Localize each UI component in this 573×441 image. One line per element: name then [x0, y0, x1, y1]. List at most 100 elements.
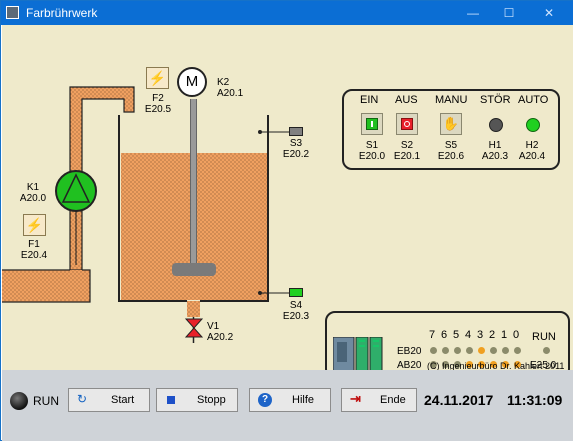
- start-button[interactable]: ↻ Start: [68, 388, 150, 412]
- v1-addr: A20.2: [207, 332, 234, 343]
- bit-label-3: 3: [476, 329, 484, 341]
- header-stoer: STÖR: [480, 94, 511, 106]
- header-ein: EIN: [360, 94, 379, 106]
- close-button[interactable]: ✕: [531, 3, 567, 23]
- io-run-label: RUN: [532, 331, 556, 343]
- s2-name: S2: [400, 140, 414, 151]
- h2-label: H2 A20.4: [517, 140, 547, 162]
- header-manu: MANU: [435, 94, 468, 106]
- k1-label: K1 A20.0: [16, 182, 50, 204]
- lamp-green-icon: [526, 118, 540, 132]
- s5-name: S5: [444, 140, 458, 151]
- eb20-leds: [429, 347, 525, 356]
- valve-icon[interactable]: [184, 317, 204, 339]
- s3-addr: E20.2: [282, 149, 310, 160]
- f1-label: F1 E20.4: [17, 239, 51, 261]
- s1-name: S1: [365, 140, 379, 151]
- stop-label: Stopp: [197, 394, 226, 406]
- eb20-led-7: [430, 347, 437, 354]
- agitator-blade: [172, 263, 216, 276]
- stop-icon: [167, 396, 175, 404]
- header-auto: AUTO: [518, 94, 549, 106]
- f2-addr: E20.5: [144, 104, 172, 115]
- s3-name: S3: [289, 138, 303, 149]
- f2-label: F2 E20.5: [142, 93, 174, 115]
- bit-label-7: 7: [428, 329, 436, 341]
- maximize-button[interactable]: ☐: [491, 3, 527, 23]
- eb20-label: EB20: [397, 346, 422, 357]
- header-aus: AUS: [395, 94, 418, 106]
- start-icon: ↻: [77, 392, 88, 406]
- s1-label: S1 E20.0: [357, 140, 387, 162]
- k2-addr: A20.1: [217, 88, 244, 99]
- h1-label: H1 A20.3: [480, 140, 510, 162]
- h2-name: H2: [525, 140, 539, 151]
- v1-label: V1 A20.2: [207, 321, 233, 343]
- date-display: 24.11.2017: [424, 392, 494, 408]
- h1-name: H1: [488, 140, 502, 151]
- end-label: Ende: [380, 394, 406, 406]
- help-button[interactable]: ? Hilfe: [249, 388, 331, 412]
- s4-name: S4: [289, 300, 303, 311]
- eb20-led-5: [454, 347, 461, 354]
- k1-addr: A20.0: [19, 193, 47, 204]
- bit-header: 76543210: [427, 329, 523, 341]
- hand-icon: ✋: [442, 116, 460, 131]
- title-bar: Farbrührwerk — ☐ ✕: [1, 1, 573, 25]
- f1-name: F1: [28, 239, 40, 250]
- s3-sensor-icon[interactable]: [289, 127, 303, 136]
- reservoir: [2, 270, 90, 302]
- s5-addr: E20.6: [437, 151, 465, 162]
- eb20-led-3: [478, 347, 485, 354]
- f2-fuse-icon[interactable]: ⚡: [146, 67, 169, 89]
- control-panel: EIN AUS MANU STÖR AUTO ✋ S1 E20.0 S2 E20.1…: [342, 89, 560, 170]
- start-label: Start: [111, 394, 135, 406]
- k1-name: K1: [26, 182, 40, 193]
- lamp-gray-icon: [489, 118, 503, 132]
- s3-label: S3 E20.2: [280, 138, 312, 160]
- motor-icon[interactable]: M: [177, 67, 207, 97]
- f1-fuse-icon[interactable]: ⚡: [23, 214, 46, 236]
- s4-label: S4 E20.3: [280, 300, 312, 322]
- end-button[interactable]: ⇥ Ende: [341, 388, 417, 412]
- app-window: Farbrührwerk — ☐ ✕ M K2 A20.1 ⚡ F2 E20.5…: [0, 0, 573, 441]
- power-off-icon: [401, 118, 413, 130]
- s4-sensor-icon[interactable]: [289, 288, 303, 297]
- run-led: [543, 347, 550, 354]
- k2-label: K2 A20.1: [217, 77, 243, 99]
- plc-module-icon: [333, 337, 383, 371]
- outlet-pipe: [187, 301, 200, 317]
- bit-label-0: 0: [512, 329, 520, 341]
- s2-addr: E20.1: [393, 151, 421, 162]
- time-display: 11:31:09: [507, 392, 563, 408]
- pump-icon[interactable]: [55, 170, 97, 212]
- help-icon: ?: [258, 393, 272, 407]
- window-title: Farbrührwerk: [26, 6, 98, 20]
- eb20-led-0: [514, 347, 521, 354]
- s5-label: S5 E20.6: [436, 140, 466, 162]
- process-view: M K2 A20.1 ⚡ F2 E20.5 K1 A20.0 ⚡ F1 E20.…: [2, 25, 573, 379]
- pump-triangle-icon: [61, 173, 91, 203]
- bit-label-6: 6: [440, 329, 448, 341]
- exit-icon: ⇥: [350, 391, 361, 406]
- power-on-icon: [366, 118, 378, 130]
- s1-addr: E20.0: [358, 151, 386, 162]
- help-label: Hilfe: [292, 394, 315, 406]
- s2-aus-button[interactable]: [396, 113, 418, 135]
- run-indicator-icon: [10, 392, 28, 410]
- bit-label-1: 1: [500, 329, 508, 341]
- s2-label: S2 E20.1: [392, 140, 422, 162]
- eb20-led-6: [442, 347, 449, 354]
- bit-label-5: 5: [452, 329, 460, 341]
- bit-label-2: 2: [488, 329, 496, 341]
- eb20-led-2: [490, 347, 497, 354]
- h1-addr: A20.3: [481, 151, 509, 162]
- s1-ein-button[interactable]: [361, 113, 383, 135]
- run-label: RUN: [33, 394, 59, 408]
- k2-name: K2: [217, 77, 230, 88]
- minimize-button[interactable]: —: [455, 3, 491, 23]
- stop-button[interactable]: Stopp: [156, 388, 238, 412]
- f1-addr: E20.4: [20, 250, 48, 261]
- h2-addr: A20.4: [518, 151, 546, 162]
- s5-manu-button[interactable]: ✋: [440, 113, 462, 135]
